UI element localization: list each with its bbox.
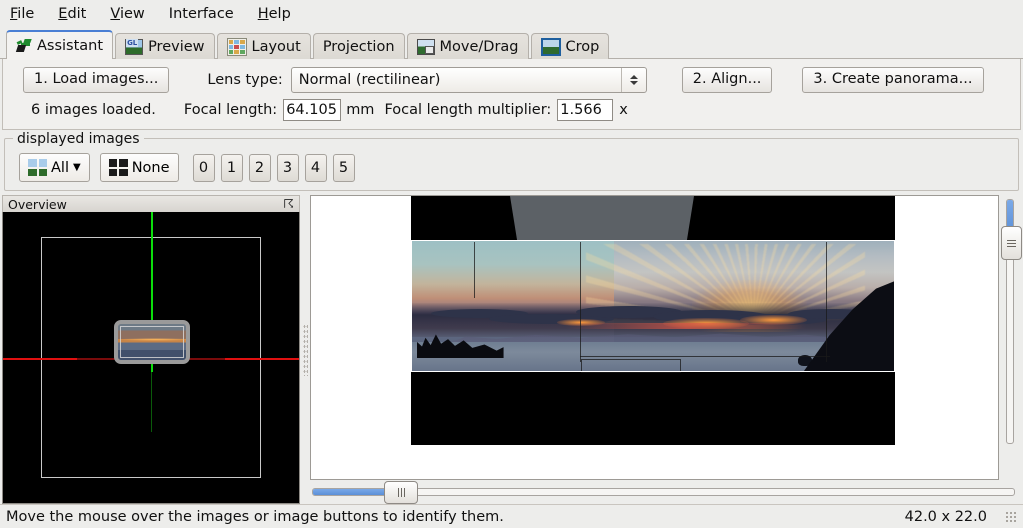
preview-pane	[310, 195, 1022, 504]
tab-assistant[interactable]: Assistant	[6, 30, 114, 60]
preview-vertical-slider[interactable]	[999, 195, 1022, 480]
menu-bar: FFileile Edit View Interface Help	[0, 0, 1023, 28]
image-button-2[interactable]: 2	[248, 153, 271, 182]
all-images-grid-icon	[28, 159, 47, 176]
tab-assistant-label: Assistant	[37, 37, 104, 54]
tab-move-drag-label: Move/Drag	[439, 38, 519, 55]
align-button[interactable]: 2. Align...	[681, 67, 773, 93]
tab-projection-label: Projection	[322, 38, 395, 55]
multiplier-label: Focal length multiplier:	[384, 102, 552, 118]
preview-gray-overlap-region	[510, 196, 694, 242]
preview-row	[310, 195, 1022, 480]
layout-grid-icon	[226, 37, 247, 56]
tab-move-drag[interactable]: Move/Drag	[406, 33, 529, 59]
assistant-row-bottom: 6 images loaded. Focal length: 64.105 mm…	[13, 99, 1010, 121]
assistant-row-top: 1. Load images... Lens type: Normal (rec…	[13, 67, 1010, 93]
displayed-images-legend: displayed images	[13, 131, 144, 147]
menu-edit[interactable]: Edit	[58, 7, 86, 22]
main-split-area: Overview ☈	[0, 191, 1023, 504]
none-images-grid-icon	[108, 159, 128, 176]
menu-interface[interactable]: Interface	[169, 7, 234, 22]
show-none-images-button[interactable]: None	[99, 153, 179, 182]
horizontal-slider-track[interactable]	[312, 481, 1015, 504]
tab-bar: Assistant GL Preview Layout Projection M…	[0, 28, 1023, 60]
splitter-grip-icon	[302, 323, 308, 376]
panorama-bounds-outline	[411, 240, 895, 372]
images-loaded-status: 6 images loaded.	[31, 102, 156, 118]
overview-vertical-axis-dim	[151, 372, 152, 432]
gl-preview-icon: GL	[125, 38, 144, 55]
assistant-toolbar: 1. Load images... Lens type: Normal (rec…	[2, 59, 1021, 130]
horizontal-slider-thumb[interactable]	[384, 481, 418, 504]
status-message: Move the mouse over the images or image …	[6, 508, 504, 525]
overview-3d-canvas[interactable]	[2, 212, 300, 504]
menu-file[interactable]: FFileile	[10, 7, 34, 22]
displayed-images-buttons: All ▼ None 0 1 2 3 4 5	[13, 153, 1010, 182]
crop-icon	[540, 37, 561, 56]
image-button-1[interactable]: 1	[220, 153, 243, 182]
multiplier-unit: x	[619, 102, 628, 118]
tab-preview[interactable]: GL Preview	[115, 33, 215, 59]
tab-projection[interactable]: Projection	[312, 33, 405, 59]
vertical-slider-track[interactable]	[1001, 199, 1022, 444]
create-panorama-button[interactable]: 3. Create panorama...	[802, 67, 984, 93]
vertical-slider-thumb[interactable]	[1001, 226, 1022, 260]
displayed-images-group: displayed images All ▼ None 0 1 2 3 4 5	[4, 131, 1019, 191]
assistant-wand-icon	[15, 38, 32, 53]
image-button-3[interactable]: 3	[276, 153, 299, 182]
resize-grip-icon[interactable]	[1005, 510, 1017, 523]
chevron-down-icon[interactable]: ▼	[73, 162, 81, 173]
overview-dock-titlebar: Overview ☈	[2, 195, 300, 212]
pin-icon[interactable]: ☈	[283, 198, 294, 210]
tab-crop-label: Crop	[565, 38, 600, 55]
status-bar: Move the mouse over the images or image …	[0, 504, 1023, 528]
tab-layout[interactable]: Layout	[216, 33, 311, 59]
panel-splitter[interactable]	[300, 195, 310, 504]
tab-crop[interactable]: Crop	[530, 33, 610, 59]
image-button-4[interactable]: 4	[304, 153, 327, 182]
focal-length-unit: mm	[346, 102, 375, 118]
overview-dock-title: Overview	[8, 196, 67, 212]
lens-type-combobox[interactable]: Normal (rectilinear)	[290, 67, 647, 93]
lens-type-label: Lens type:	[207, 72, 283, 88]
image-button-0[interactable]: 0	[192, 153, 215, 182]
panorama-preview-canvas[interactable]	[310, 195, 999, 480]
status-dimensions: 42.0 x 22.0	[904, 508, 987, 525]
menu-help[interactable]: Help	[258, 7, 291, 22]
overview-panorama-thumbnail	[114, 320, 190, 364]
focal-length-input[interactable]: 64.105	[283, 99, 342, 121]
preview-horizontal-slider[interactable]	[310, 480, 1021, 504]
menu-view[interactable]: View	[110, 7, 144, 22]
all-button-label: All	[51, 159, 69, 176]
lens-type-value: Normal (rectilinear)	[298, 72, 441, 88]
none-button-label: None	[131, 159, 170, 176]
overview-dock: Overview ☈	[2, 195, 300, 504]
show-all-images-button[interactable]: All ▼	[19, 153, 90, 182]
tab-layout-label: Layout	[251, 38, 301, 55]
load-images-button[interactable]: 1. Load images...	[23, 67, 170, 93]
multiplier-input[interactable]: 1.566	[557, 99, 614, 121]
tab-preview-label: Preview	[148, 38, 205, 55]
focal-length-label: Focal length:	[183, 102, 278, 118]
chevron-updown-icon[interactable]	[620, 68, 646, 92]
hugin-main-window: FFileile Edit View Interface Help Assist…	[0, 0, 1023, 528]
move-drag-icon	[416, 38, 435, 55]
image-button-5[interactable]: 5	[332, 153, 355, 182]
